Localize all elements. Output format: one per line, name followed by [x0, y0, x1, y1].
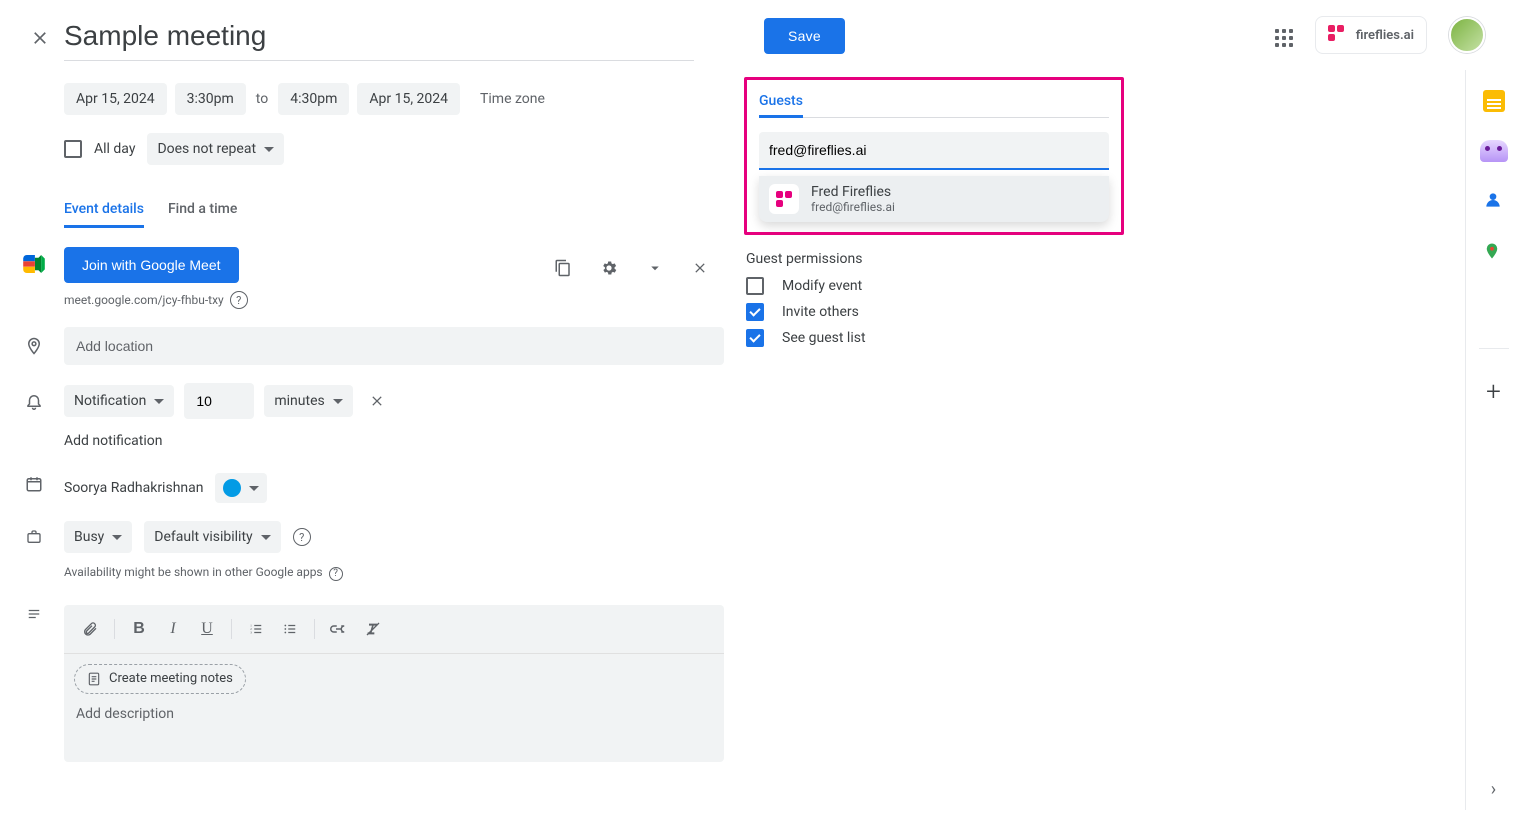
maps-icon[interactable] [1483, 240, 1505, 262]
add-addon-icon[interactable]: + [1486, 377, 1501, 407]
calendar-color-swatch [223, 479, 241, 497]
contacts-icon[interactable] [1483, 190, 1505, 212]
account-avatar[interactable] [1449, 17, 1485, 53]
bulleted-list-button[interactable] [274, 613, 306, 645]
description-editor[interactable]: B I U 123 Create meeting notes [64, 605, 724, 762]
start-time-chip[interactable]: 3:30pm [175, 83, 246, 115]
start-date-chip[interactable]: Apr 15, 2024 [64, 83, 167, 115]
availability-hint-help-icon[interactable]: ? [329, 567, 343, 581]
fireflies-extension-chip[interactable]: fireflies.ai [1315, 16, 1427, 54]
chevron-down-icon [154, 399, 164, 404]
calendar-icon [16, 467, 52, 493]
assistant-bot-icon[interactable] [1480, 140, 1508, 162]
guests-tab[interactable]: Guests [759, 93, 803, 118]
insert-link-button[interactable] [323, 613, 355, 645]
recurrence-dropdown[interactable]: Does not repeat [147, 133, 284, 165]
availability-dropdown[interactable]: Busy [64, 521, 132, 553]
side-panel-rail: + › [1465, 70, 1521, 810]
calendar-color-dropdown[interactable] [215, 473, 267, 503]
clear-formatting-button[interactable] [357, 613, 389, 645]
availability-label: Busy [74, 529, 104, 545]
event-title-input[interactable] [64, 18, 694, 61]
remove-notification-icon[interactable] [363, 387, 391, 415]
extension-name: fireflies.ai [1356, 28, 1414, 43]
see-guest-list-label: See guest list [782, 330, 866, 346]
tab-find-a-time[interactable]: Find a time [168, 193, 237, 228]
notification-unit-dropdown[interactable]: minutes [264, 385, 352, 417]
meet-link-text: meet.google.com/jcy-fhbu-txy [64, 293, 224, 307]
numbered-list-button[interactable]: 123 [240, 613, 272, 645]
create-notes-label: Create meeting notes [109, 671, 233, 686]
meet-settings-icon[interactable] [594, 253, 624, 283]
notification-type-dropdown[interactable]: Notification [64, 385, 174, 417]
guest-permissions-title: Guest permissions [746, 251, 1124, 267]
notification-value-input[interactable] [184, 383, 254, 419]
chevron-down-icon [333, 399, 343, 404]
briefcase-icon [16, 521, 52, 545]
description-icon [16, 599, 52, 621]
to-label: to [254, 91, 270, 107]
end-time-chip[interactable]: 4:30pm [278, 83, 349, 115]
copy-link-icon[interactable] [548, 253, 578, 283]
chevron-down-icon [249, 486, 259, 491]
bold-button[interactable]: B [123, 613, 155, 645]
suggestion-email: fred@fireflies.ai [811, 200, 895, 214]
description-placeholder[interactable]: Add description [64, 694, 724, 762]
tab-event-details[interactable]: Event details [64, 193, 144, 228]
end-date-chip[interactable]: Apr 15, 2024 [357, 83, 460, 115]
notification-type-label: Notification [74, 393, 146, 409]
modify-event-checkbox[interactable] [746, 277, 764, 295]
notification-bell-icon [16, 383, 52, 411]
google-apps-icon[interactable] [1269, 23, 1293, 47]
svg-text:3: 3 [250, 630, 252, 634]
visibility-help-icon[interactable]: ? [293, 528, 311, 546]
see-guest-list-checkbox[interactable] [746, 329, 764, 347]
suggestion-name: Fred Fireflies [811, 184, 895, 200]
add-guests-input[interactable] [759, 132, 1109, 170]
fireflies-avatar-icon [769, 184, 799, 214]
location-icon [16, 327, 52, 357]
create-meeting-notes-chip[interactable]: Create meeting notes [74, 664, 246, 694]
location-input[interactable] [64, 327, 724, 365]
chevron-down-icon [112, 535, 122, 540]
join-google-meet-button[interactable]: Join with Google Meet [64, 247, 239, 283]
visibility-label: Default visibility [154, 529, 252, 545]
timezone-link[interactable]: Time zone [480, 91, 545, 107]
italic-button[interactable]: I [157, 613, 189, 645]
close-button[interactable] [20, 18, 60, 58]
invite-others-label: Invite others [782, 304, 859, 320]
visibility-dropdown[interactable]: Default visibility [144, 521, 280, 553]
availability-hint: Availability might be shown in other Goo… [64, 565, 323, 579]
all-day-checkbox[interactable] [64, 140, 82, 158]
chevron-down-icon [261, 535, 271, 540]
calendar-owner-label: Soorya Radhakrishnan [64, 480, 203, 496]
collapse-rail-icon[interactable]: › [1491, 779, 1496, 800]
modify-event-label: Modify event [782, 278, 862, 294]
invite-others-checkbox[interactable] [746, 303, 764, 321]
save-button[interactable]: Save [764, 18, 845, 54]
keep-icon[interactable] [1483, 90, 1505, 112]
recurrence-label: Does not repeat [157, 141, 256, 157]
meet-expand-icon[interactable] [640, 253, 670, 283]
all-day-label: All day [94, 141, 135, 157]
notification-unit-label: minutes [274, 393, 324, 409]
guest-suggestion-item[interactable]: Fred Fireflies fred@fireflies.ai [759, 176, 1109, 222]
guests-panel-highlight: Guests Fred Fireflies fred@fireflies.ai [744, 77, 1124, 235]
underline-button[interactable]: U [191, 613, 223, 645]
doc-icon [87, 671, 101, 687]
meet-help-icon[interactable]: ? [230, 291, 248, 309]
chevron-down-icon [264, 147, 274, 152]
attach-file-icon[interactable] [74, 613, 106, 645]
meet-remove-icon[interactable] [686, 254, 714, 282]
add-notification-link[interactable]: Add notification [64, 433, 163, 449]
google-meet-icon [16, 247, 52, 273]
fireflies-logo-icon [1328, 25, 1348, 45]
